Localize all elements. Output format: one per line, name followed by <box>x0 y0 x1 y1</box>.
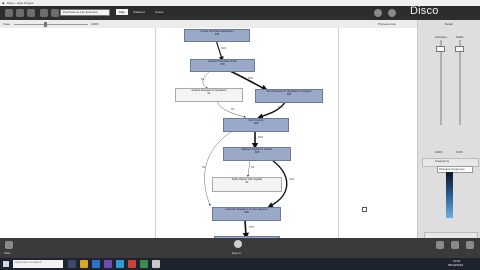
node-count: 608 <box>254 151 260 154</box>
edge-label: 608 <box>258 135 264 139</box>
activities-slider-label: Activities <box>435 35 447 39</box>
activity-node[interactable]: Analyze Request for Quotation 51 <box>175 88 243 102</box>
node-count: 608 <box>286 93 292 96</box>
activity-node[interactable]: Release Supplier's Invoice 608 <box>223 147 291 161</box>
edge-10 <box>242 219 249 240</box>
node-count: 51 <box>207 92 211 95</box>
edge-label: 419 <box>289 177 295 181</box>
edge-3 <box>229 70 268 91</box>
app-icon-red[interactable] <box>128 260 136 268</box>
edge-label: 54 <box>251 165 255 169</box>
activity-node[interactable]: Approve Purchase Order 608 <box>190 59 255 72</box>
edge-5 <box>257 100 287 119</box>
node-count: 608 <box>244 211 249 214</box>
app-icon-green[interactable] <box>140 260 148 268</box>
export-map-icon[interactable] <box>451 241 459 249</box>
copy-map-icon[interactable] <box>436 241 444 249</box>
edge-label: 609 <box>221 46 227 50</box>
task-view-icon[interactable] <box>68 260 76 268</box>
paths-slider-knob[interactable] <box>455 46 464 52</box>
panel-header: Detail <box>445 22 453 26</box>
filter-label: Filter <box>4 251 11 255</box>
edge-label: 54 <box>201 77 205 81</box>
start-icon[interactable] <box>3 261 9 267</box>
edge-label: 577 <box>278 105 284 109</box>
edge-label: 89 <box>202 165 206 169</box>
activity-node[interactable]: Authorize Supplier's Invoice payment 608 <box>212 207 281 221</box>
node-count: 608 <box>253 122 259 125</box>
edge-label: 54 <box>231 107 235 111</box>
save-map-icon[interactable] <box>466 241 474 249</box>
mouse-cursor-icon <box>362 207 367 212</box>
frequency-dropdown[interactable]: Absolute frequency <box>437 166 473 173</box>
activities-slider-knob[interactable] <box>436 46 445 52</box>
edge-browser-icon[interactable] <box>92 260 100 268</box>
app-icon-blue[interactable] <box>116 260 124 268</box>
paths-slider-value: 0.0% <box>456 150 463 154</box>
clock-date: 05/10/2019 <box>448 263 464 267</box>
paths-slider-track[interactable] <box>459 40 461 125</box>
edge-7 <box>204 127 239 206</box>
filter-icon[interactable] <box>5 241 13 249</box>
activity-node[interactable]: Settle dispute with supplier 51 <box>212 177 282 192</box>
edge-label: 554 <box>248 76 254 80</box>
node-count: 608 <box>214 33 220 36</box>
activity-node[interactable]: Create Purchase Requisition 608 <box>184 29 250 42</box>
frequency-color-legend <box>446 172 453 218</box>
paths-slider-label: Paths <box>456 35 464 39</box>
taskbar-search-input[interactable]: Type here to search <box>13 260 63 268</box>
edge-label: 578 <box>249 225 255 229</box>
node-count: 51 <box>245 181 249 184</box>
export-icon[interactable] <box>234 240 242 248</box>
activities-slider-value: 100% <box>435 150 443 154</box>
activities-slider-track[interactable] <box>440 40 442 125</box>
file-explorer-icon[interactable] <box>80 260 88 268</box>
node-count: 608 <box>220 63 225 66</box>
disco-taskbar-icon[interactable] <box>152 260 160 268</box>
edge-8 <box>247 159 251 177</box>
export-label: Export <box>232 251 241 255</box>
activity-node[interactable]: Send Invoice 608 <box>223 118 289 132</box>
visual-studio-icon[interactable] <box>104 260 112 268</box>
bottom-toolbar: Filter Export <box>0 238 480 258</box>
activity-node[interactable]: Send Request for Quotation to Supplier 6… <box>255 89 323 103</box>
